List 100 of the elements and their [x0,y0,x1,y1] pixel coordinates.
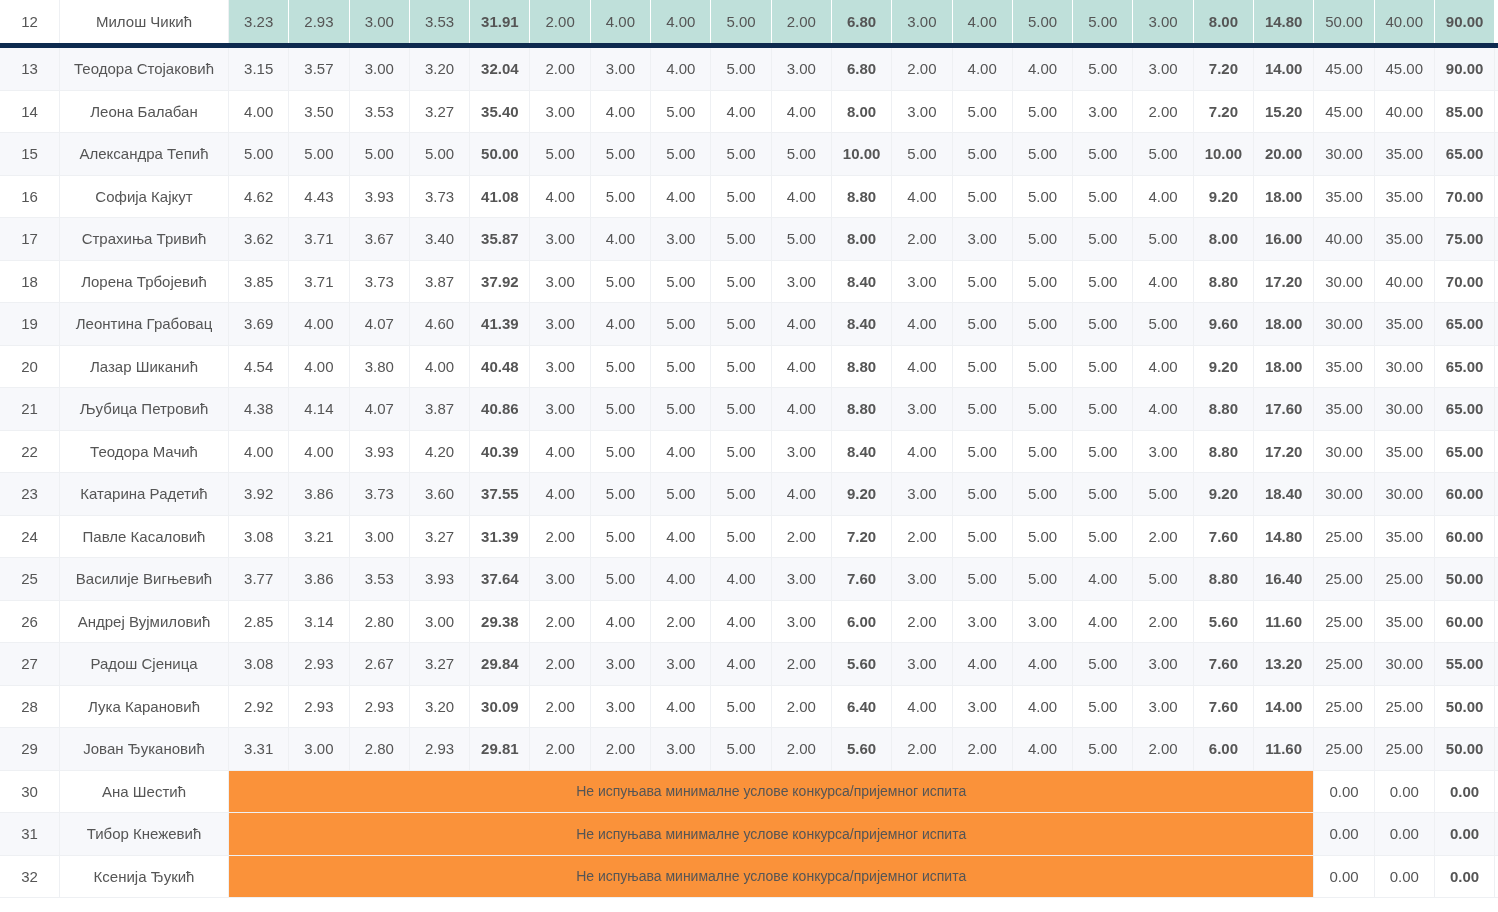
name-cell: Василије Вигњевић [60,558,229,600]
score-cell: 5.00 [1133,133,1194,175]
score-cell: 3.00 [1133,48,1194,90]
score-cell: 3.71 [289,260,350,302]
score-cell: 2.00 [771,685,832,727]
score-cell: 5.00 [1012,90,1074,132]
score-cell: 5.00 [952,175,1013,217]
score-cell: 2.00 [892,515,953,557]
score-cell: 2.67 [349,643,410,685]
score-cell: 2.00 [651,600,712,642]
total-cell: 7.60 [1193,685,1255,727]
score-cell: 30.00 [1314,430,1375,472]
score-cell: 4.00 [1133,175,1194,217]
total-cell: 60.00 [1434,515,1496,557]
score-cell: 4.00 [892,685,953,727]
score-cell: 5.00 [952,260,1013,302]
score-cell: 40.00 [1374,260,1435,302]
total-cell: 41.08 [470,175,531,217]
score-cell: 5.00 [651,473,712,515]
score-cell: 5.00 [1133,218,1194,260]
name-cell: Теодора Мачић [60,430,229,472]
total-cell: 7.60 [831,558,893,600]
score-cell: 3.00 [349,515,410,557]
total-cell: 5.60 [831,643,893,685]
score-cell: 2.93 [289,685,350,727]
score-cell: 3.00 [530,90,591,132]
total-cell: 7.20 [1193,48,1255,90]
score-cell: 4.00 [409,345,471,387]
score-cell: 25.00 [1314,600,1375,642]
total-cell: 0.00 [1434,855,1496,897]
disqualification-banner: Не испуњава минималне услове конкурса/пријемног испита [229,813,1315,855]
score-cell: 2.80 [349,728,410,770]
score-cell: 5.00 [289,133,350,175]
score-cell: 0.00 [1374,770,1435,812]
score-cell: 5.00 [651,90,712,132]
score-cell: 3.77 [229,558,290,600]
rank-cell: 14 [0,90,60,132]
score-cell: 4.00 [892,345,953,387]
score-cell: 40.00 [1374,90,1435,132]
score-cell: 3.20 [409,48,471,90]
score-cell: 5.00 [711,345,772,387]
score-cell: 5.00 [1073,643,1134,685]
score-cell: 3.00 [349,0,410,43]
score-cell: 5.00 [711,303,772,345]
score-cell: 4.00 [771,388,832,430]
score-cell: 3.00 [530,260,591,302]
score-cell: 3.73 [349,473,410,515]
score-cell: 3.71 [289,218,350,260]
score-cell: 3.00 [892,0,953,43]
score-cell: 4.00 [289,303,350,345]
score-cell: 3.00 [952,685,1013,727]
score-cell: 40.00 [1374,0,1435,43]
rank-cell: 26 [0,600,60,642]
total-cell: 18.00 [1254,303,1315,345]
total-cell: 29.81 [470,728,531,770]
rank-cell: 29 [0,728,60,770]
rank-cell: 12 [0,0,60,43]
total-cell: 10.00 [1193,133,1255,175]
score-cell: 4.00 [771,473,832,515]
score-cell: 3.00 [892,388,953,430]
score-cell: 5.00 [651,133,712,175]
score-cell: 30.00 [1374,388,1435,430]
total-cell: 35.40 [470,90,531,132]
total-cell: 70.00 [1434,260,1496,302]
score-cell: 4.00 [651,48,712,90]
score-cell: 2.00 [530,600,591,642]
score-cell: 30.00 [1374,345,1435,387]
score-cell: 4.00 [590,90,652,132]
total-cell: 50.00 [1434,685,1496,727]
score-cell: 5.00 [1133,558,1194,600]
score-cell: 4.54 [229,345,290,387]
score-cell: 5.00 [530,133,591,175]
rank-cell: 28 [0,685,60,727]
score-cell: 25.00 [1374,685,1435,727]
score-cell: 2.93 [289,0,350,43]
score-cell: 5.00 [1073,48,1134,90]
score-cell: 3.93 [349,430,410,472]
score-cell: 2.00 [530,48,591,90]
score-cell: 5.00 [1012,133,1074,175]
total-cell: 9.20 [1193,345,1255,387]
score-cell: 4.00 [771,303,832,345]
score-cell: 2.00 [530,685,591,727]
total-cell: 14.00 [1254,48,1315,90]
score-cell: 5.00 [771,218,832,260]
name-cell: Софија Кајкут [60,175,229,217]
score-cell: 5.00 [1073,0,1134,43]
score-cell: 3.08 [229,643,290,685]
score-cell: 4.00 [530,430,591,472]
name-cell: Леонтина Грабовац [60,303,229,345]
total-cell: 37.55 [470,473,531,515]
total-cell: 29.38 [470,600,531,642]
rank-cell: 20 [0,345,60,387]
score-cell: 3.93 [409,558,471,600]
score-cell: 50.00 [1314,0,1375,43]
rank-cell: 13 [0,48,60,90]
score-cell: 4.00 [1073,558,1134,600]
score-cell: 25.00 [1314,685,1375,727]
score-cell: 5.00 [651,345,712,387]
score-cell: 4.00 [1012,728,1074,770]
score-cell: 3.00 [530,303,591,345]
